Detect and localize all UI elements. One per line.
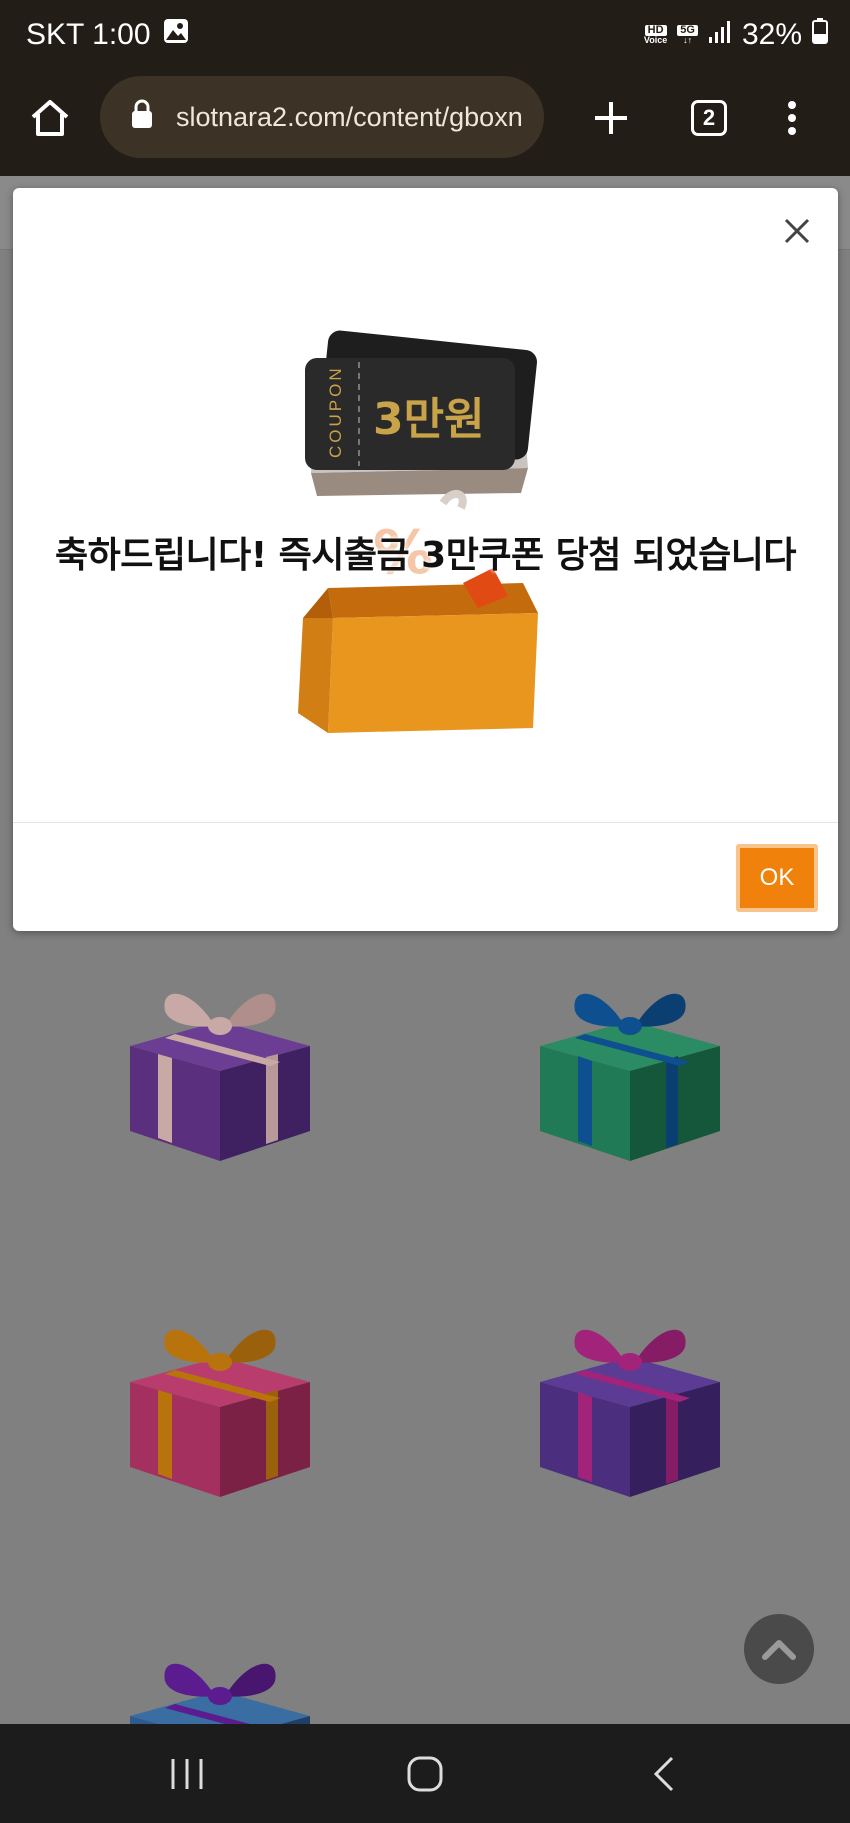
status-right: HD Voice 5G ↓↑ 32% [644, 18, 828, 52]
gift-box-icon [130, 993, 310, 1161]
home-button[interactable] [22, 90, 78, 146]
hd-voice-icon: HD Voice [643, 24, 668, 45]
plus-icon [595, 102, 627, 134]
close-button[interactable] [776, 210, 818, 252]
url-text: slotnara2.com/content/gboxn [176, 101, 523, 132]
signal-icon [708, 18, 732, 52]
gift-box-violet[interactable] [530, 1302, 730, 1502]
recent-apps-icon [171, 1759, 203, 1789]
gift-box-green[interactable] [530, 966, 730, 1166]
back-icon [653, 1756, 674, 1792]
congratulation-message: 축하드립니다! 즉시출금 3만쿠폰 당첨 되었습니다 [55, 535, 797, 576]
more-vert-icon [788, 101, 796, 135]
home-circle-icon [407, 1756, 443, 1792]
scroll-to-top-button[interactable] [744, 1614, 814, 1684]
home-nav-button[interactable] [395, 1752, 455, 1796]
recent-apps-button[interactable] [157, 1752, 217, 1796]
ok-button[interactable]: OK [736, 844, 818, 912]
browser-toolbar: slotnara2.com/content/gboxn 2 [0, 76, 850, 176]
battery-icon [812, 18, 828, 52]
gift-box-icon [130, 1329, 310, 1497]
status-bar: SKT 1:00 HD Voice 5G ↓↑ 32% [0, 0, 850, 76]
back-button[interactable] [634, 1752, 694, 1796]
more-menu-button[interactable] [764, 90, 820, 146]
lock-icon [130, 99, 154, 136]
coupon-win-modal: COUPON 3만원 % 축하드립니다! 즉시출금 3만쿠폰 당첨 되었습니다 … [13, 188, 838, 931]
url-bar[interactable]: slotnara2.com/content/gboxn [100, 76, 544, 158]
status-left: SKT 1:00 [26, 18, 189, 52]
network-5g-icon: 5G ↓↑ [677, 25, 698, 45]
svg-text:3만원: 3만원 [373, 394, 485, 445]
battery-percent: 32% [741, 18, 802, 51]
gift-box-icon [130, 1663, 310, 1724]
chevron-up-icon [762, 1640, 796, 1660]
system-navigation-bar [0, 1724, 850, 1823]
gift-box-icon [540, 993, 720, 1161]
tab-switcher-button[interactable]: 2 [681, 90, 737, 146]
new-tab-button[interactable] [583, 90, 639, 146]
close-icon [784, 218, 810, 244]
gift-box-blue[interactable] [120, 1636, 320, 1724]
carrier-time: SKT 1:00 [26, 18, 151, 51]
gift-box-icon [540, 1329, 720, 1497]
tab-count: 2 [691, 100, 727, 136]
gift-box-pink[interactable] [120, 1302, 320, 1502]
modal-footer-divider [13, 822, 838, 823]
svg-text:COUPON: COUPON [326, 365, 345, 458]
home-icon [31, 100, 69, 136]
gift-box-purple[interactable] [120, 966, 320, 1166]
gallery-notification-icon [163, 18, 189, 52]
